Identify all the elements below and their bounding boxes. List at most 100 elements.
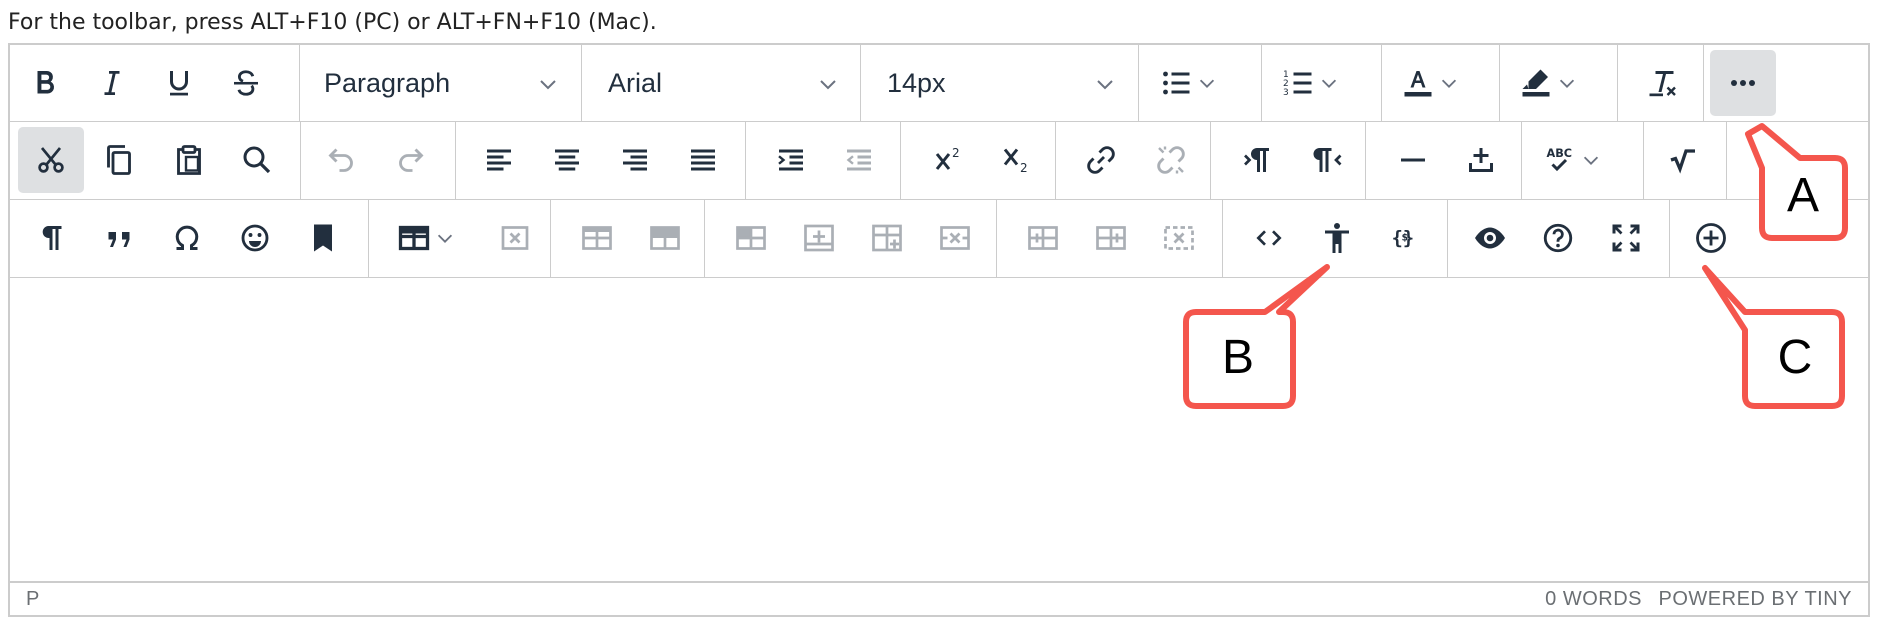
help-icon — [1543, 223, 1573, 253]
spellcheck-button[interactable]: ABC — [1534, 127, 1602, 193]
math-button[interactable] — [1650, 127, 1716, 193]
emoji-icon — [241, 224, 269, 252]
source-code-button[interactable] — [1236, 205, 1302, 271]
highlight-color-button[interactable] — [1510, 50, 1578, 116]
merge-cell-icon — [1096, 226, 1126, 250]
word-count[interactable]: 0 WORDS — [1545, 588, 1642, 611]
text-color-icon — [1404, 71, 1432, 97]
underline-icon — [170, 71, 188, 96]
table-button[interactable] — [388, 205, 456, 271]
separator — [745, 122, 746, 199]
separator — [1669, 200, 1670, 277]
delete-table-button[interactable] — [482, 205, 548, 271]
chevron-down-icon — [1441, 79, 1457, 88]
outdent-button[interactable] — [826, 127, 892, 193]
redo-button[interactable] — [378, 127, 444, 193]
rtl-button[interactable] — [1294, 127, 1360, 193]
insert-row-icon — [804, 224, 834, 252]
status-bar: P 0 WORDS POWERED BY TINY — [10, 581, 1868, 615]
subscript-button[interactable]: 2 — [984, 127, 1050, 193]
table-cell-props-button[interactable] — [632, 205, 698, 271]
text-color-button[interactable] — [1392, 50, 1460, 116]
bold-button[interactable] — [12, 50, 78, 116]
italic-button[interactable] — [79, 50, 145, 116]
paste-button[interactable] — [156, 127, 222, 193]
template-button[interactable]: {} $ — [1372, 205, 1438, 271]
table-row-props-button[interactable] — [564, 205, 630, 271]
bookmark-button[interactable] — [290, 205, 356, 271]
separator — [704, 200, 705, 277]
indent-icon — [778, 149, 803, 171]
separator — [1447, 200, 1448, 277]
justify-button[interactable] — [670, 127, 736, 193]
element-path[interactable]: P — [26, 588, 40, 611]
bookmark-icon — [314, 224, 332, 252]
align-right-button[interactable] — [602, 127, 668, 193]
separator — [1261, 45, 1262, 121]
copy-icon — [107, 145, 131, 175]
insert-column-icon — [872, 224, 902, 252]
numbered-list-button[interactable]: 123 — [1272, 50, 1340, 116]
bold-icon — [37, 70, 55, 94]
indent-button[interactable] — [758, 127, 824, 193]
table-row-icon — [582, 226, 612, 250]
toolbar-row-1: Paragraph Arial 14px 123 — [10, 45, 1868, 122]
strikethrough-icon — [234, 70, 258, 96]
align-left-button[interactable] — [466, 127, 532, 193]
merge-cell-button[interactable] — [1078, 205, 1144, 271]
copy-button[interactable] — [86, 127, 152, 193]
special-char-icon — [175, 225, 199, 250]
align-center-button[interactable] — [534, 127, 600, 193]
separator — [1055, 122, 1056, 199]
emoji-button[interactable] — [222, 205, 288, 271]
table-header-button[interactable] — [718, 205, 784, 271]
preview-button[interactable] — [1457, 205, 1523, 271]
svg-text:2: 2 — [1020, 161, 1028, 175]
delete-column-button[interactable] — [922, 205, 988, 271]
link-button[interactable] — [1068, 127, 1134, 193]
insert-column-button[interactable] — [854, 205, 920, 271]
accessibility-checker-button[interactable] — [1304, 205, 1370, 271]
split-cell-icon — [1028, 226, 1058, 250]
horizontal-line-button[interactable] — [1380, 127, 1446, 193]
superscript-button[interactable]: 2 — [916, 127, 982, 193]
special-character-button[interactable] — [154, 205, 220, 271]
more-toolbar-button[interactable] — [1710, 50, 1776, 116]
paragraph-mark-button[interactable] — [18, 205, 84, 271]
ltr-button[interactable] — [1224, 127, 1290, 193]
fullscreen-button[interactable] — [1593, 205, 1659, 271]
powered-by-link[interactable]: POWERED BY TINY — [1659, 588, 1852, 611]
insert-button[interactable] — [1448, 127, 1514, 193]
clear-formatting-button[interactable] — [1630, 50, 1696, 116]
font-family-select[interactable]: Arial — [586, 50, 858, 116]
delete-cell-button[interactable] — [1146, 205, 1212, 271]
help-button[interactable] — [1525, 205, 1591, 271]
unlink-button[interactable] — [1138, 127, 1204, 193]
cut-button[interactable] — [18, 127, 84, 193]
block-format-select[interactable]: Paragraph — [304, 50, 578, 116]
undo-button[interactable] — [308, 127, 374, 193]
more-icon — [1731, 80, 1755, 86]
chevron-down-icon — [1199, 79, 1215, 88]
separator — [1521, 122, 1522, 199]
add-content-icon — [1696, 223, 1726, 253]
editor-content-area[interactable] — [10, 278, 1868, 582]
chevron-down-icon — [540, 80, 556, 90]
find-replace-button[interactable] — [224, 127, 290, 193]
separator — [1617, 45, 1618, 121]
split-cell-button[interactable] — [1010, 205, 1076, 271]
justify-icon — [691, 149, 715, 171]
unlink-icon — [1157, 146, 1185, 174]
insert-row-button[interactable] — [786, 205, 852, 271]
outdent-icon — [846, 149, 871, 171]
superscript-icon: 2 — [935, 146, 960, 170]
blockquote-button[interactable] — [86, 205, 152, 271]
find-replace-icon — [243, 146, 271, 174]
svg-text:$: $ — [1402, 233, 1409, 244]
add-content-button[interactable] — [1678, 205, 1744, 271]
underline-button[interactable] — [146, 50, 212, 116]
font-size-select[interactable]: 14px — [865, 50, 1135, 116]
code-icon — [1256, 230, 1282, 246]
bullet-list-button[interactable] — [1150, 50, 1218, 116]
strikethrough-button[interactable] — [213, 50, 279, 116]
